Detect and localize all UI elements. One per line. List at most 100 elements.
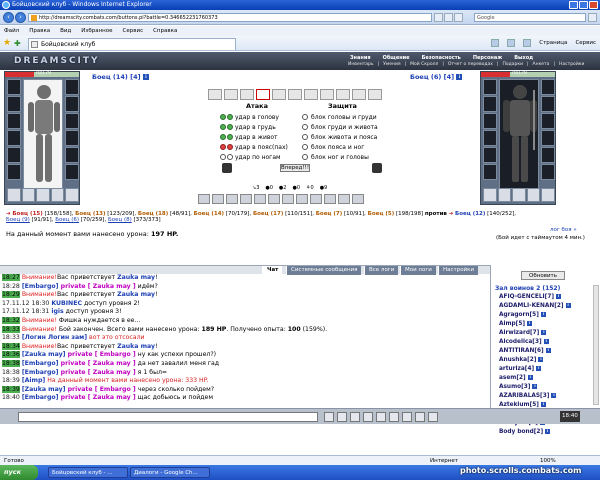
nav-exit[interactable]: Выход [514,55,533,61]
chat-timestamp[interactable]: 18:32 [2,316,20,324]
menu-view[interactable]: Вид [60,26,71,36]
block-option-5[interactable]: блок ног и головы [302,152,369,162]
fighter-link[interactable]: Боец (8) [108,217,132,223]
chat-timestamp[interactable]: 17.11.12 18:30 [2,300,49,307]
translit-icon[interactable] [363,412,373,422]
player-right-name[interactable]: Боец (6) [4] i [410,73,463,81]
attack-option-chest[interactable]: удар в грудь [220,122,276,132]
subnav-scroll[interactable]: Мой Скролл [410,62,438,67]
info-icon[interactable]: i [532,384,538,389]
subnav-gifts[interactable]: Подарки [503,62,524,67]
nav-character[interactable]: Персонаж [473,55,502,61]
chat-nick[interactable]: [Логин Логин зам] [22,334,87,341]
chat-timestamp[interactable]: 18:38 [2,369,20,376]
refresh-button[interactable]: Обновить [521,271,565,280]
info-icon[interactable]: i [545,348,551,353]
opponent-figure[interactable] [499,79,539,189]
info-icon[interactable]: i [540,402,546,407]
user-list-item[interactable]: Body bond[2] i [499,428,595,437]
chat-nick[interactable]: [Embargo] [22,283,59,290]
character-figure[interactable] [23,79,63,189]
info-icon[interactable]: i [527,375,533,380]
info-icon[interactable]: i [527,321,533,326]
chat-nick[interactable]: igis [51,308,63,315]
chat-timestamp[interactable]: 18:39 [2,385,20,393]
forward-icon[interactable]: › [15,12,26,23]
close-button[interactable] [589,1,598,9]
ring-slot[interactable] [7,164,21,180]
feeds-icon[interactable] [507,39,516,47]
start-button[interactable]: пуск [0,465,38,480]
chat-timestamp[interactable]: 18:28 [2,283,20,290]
fighter-link[interactable]: Боец (5) [368,211,395,217]
user-list-item[interactable]: AZARIBALAS[3] i [499,392,595,401]
chat-timestamp[interactable]: 18:40 [2,394,20,401]
dropdown-icon[interactable] [434,13,443,22]
user-list-item[interactable]: Alcodelica[3] i [499,338,595,347]
menu-edit[interactable]: Правка [29,26,50,36]
bracer-slot[interactable] [65,130,79,146]
taskbar-item-chrome[interactable]: Диалоги - Google Ch... [130,467,210,478]
attack-go-button[interactable]: Вперед!!! [280,164,310,172]
user-list-item[interactable]: Agragorn[5] i [499,311,595,320]
block-option-1[interactable]: блок головы и груди [302,112,377,122]
attack-option-belly[interactable]: удар в живот [220,132,278,142]
chat-timestamp[interactable]: 18:27 [2,274,20,281]
stop-icon[interactable] [454,13,463,22]
user-list-item[interactable]: Asumo[3] i [499,383,595,392]
info-icon[interactable]: i [565,303,571,308]
chat-nick[interactable]: KUBINEC [51,300,82,307]
taskbar-item-ie[interactable]: Бойцовский клуб - ... [48,467,128,478]
home-icon[interactable] [491,39,500,47]
fighter-link[interactable]: Боец (12) [455,211,485,217]
amulet-slot[interactable] [7,96,21,112]
chat-nick[interactable]: [Zauka may] [22,386,66,393]
attack-option-legs[interactable]: удар по ногам [220,152,281,162]
refresh-icon[interactable] [444,13,453,22]
weapon-slot[interactable] [7,113,21,129]
chat-nick[interactable]: Zauka may [117,274,155,281]
attack-option-head[interactable]: удар в голову [220,112,279,122]
info-icon[interactable]: i [456,74,463,80]
gloves-slot[interactable] [65,96,79,112]
menu-favorites[interactable]: Избранное [81,26,112,36]
add-favorite-icon[interactable]: ✚ [14,39,23,48]
menu-help[interactable]: Справка [153,26,177,36]
favorites-star-icon[interactable]: ★ [3,39,12,48]
user-list-item[interactable]: asem[2] i [499,374,595,383]
helmet-slot[interactable] [7,79,21,95]
search-icon[interactable] [588,13,597,22]
block-option-2[interactable]: блок груди и живота [302,122,378,132]
chat-timestamp[interactable]: 18:34 [2,342,20,350]
user-list-item[interactable]: AGDAMLI-KENAN[2] i [499,302,595,311]
chat-timestamp[interactable]: 18:36 [2,351,20,359]
user-list-scrollbar[interactable] [593,285,599,405]
nav-communication[interactable]: Общение [383,55,410,61]
chat-nick[interactable]: [Embargo] [22,360,59,367]
block-option-4[interactable]: блок пояса и ног [302,142,364,152]
chat-nick[interactable]: [Aimp] [22,377,45,384]
nav-security[interactable]: Безопасность [422,55,461,61]
info-icon[interactable]: i [540,312,546,317]
fighter-link[interactable]: Боец (6) [55,217,79,223]
belt-slot[interactable] [7,147,21,163]
subnav-inventory[interactable]: Инвентарь [348,62,374,67]
nav-knowledge[interactable]: Знания [350,55,371,61]
chat-message-input[interactable] [18,412,318,422]
menu-tools[interactable]: Сервис [123,26,144,36]
user-list-item[interactable]: Anushka[2] i [499,356,595,365]
info-icon[interactable]: i [556,294,562,299]
chat-nick[interactable]: [Zauka may] [22,351,66,358]
browser-tab[interactable]: Бойцовский клуб [28,38,236,50]
attack-option-groin[interactable]: удар в пояс(пах) [220,142,288,152]
chat-nick[interactable]: [Embargo] [22,369,59,376]
send-icon[interactable] [324,412,334,422]
settings-icon[interactable] [415,412,425,422]
chat-timestamp[interactable]: 18:29 [2,291,20,299]
user-list-item[interactable]: Airwizard[7] i [499,329,595,338]
fighter-link[interactable]: Боец (7) [316,211,343,217]
fighter-link[interactable]: Боец (9) [6,217,30,223]
info-icon[interactable]: i [545,429,551,434]
info-icon[interactable]: i [538,357,544,362]
chat-timestamp[interactable]: 18:33 [2,325,20,333]
